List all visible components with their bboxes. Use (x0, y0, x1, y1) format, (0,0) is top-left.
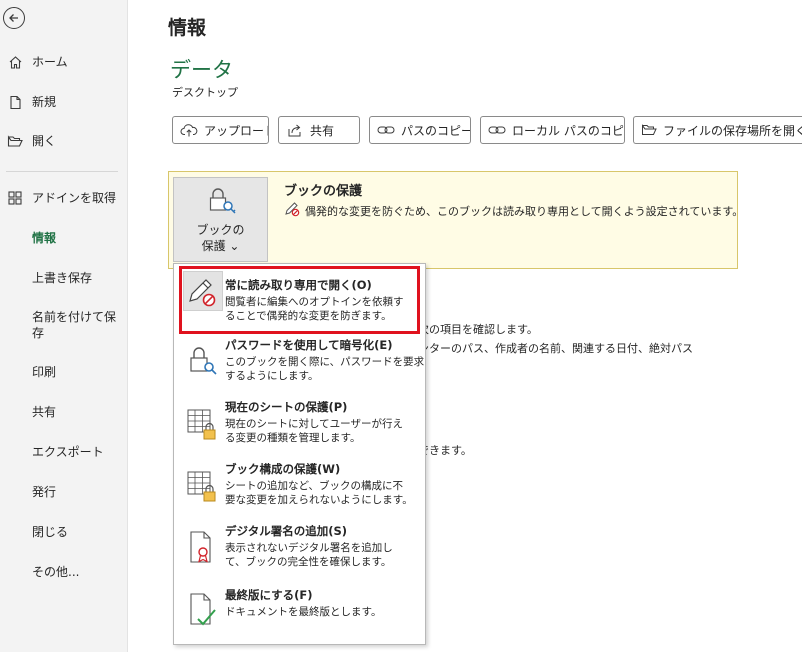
nav-share[interactable]: 共有 (0, 403, 127, 421)
link-icon (488, 121, 506, 139)
protect-workbook-description: 偶発的な変更を防ぐため、このブックは読み取り専用として開くよう設定されています。 (305, 205, 744, 218)
protect-button-line2: 保護 ⌄ (201, 239, 240, 253)
nav-export[interactable]: エクスポート (0, 443, 127, 461)
backstage-sidebar: ホーム 新規 開く アドインを取得 情報 上書き保存 名前を付けて保存 印刷 共… (0, 0, 128, 652)
section-title: データ (170, 58, 233, 82)
nav-print[interactable]: 印刷 (0, 363, 127, 381)
folder-open-icon (641, 121, 657, 139)
copy-local-path-button[interactable]: ローカル パスのコピー (480, 116, 625, 144)
menu-item-desc-line: シートの追加など、ブックの構成に不 (225, 480, 403, 492)
menu-encrypt-with-password[interactable]: パスワードを使用して暗号化(E) このブックを開く際に、パスワードを要求 するよ… (174, 334, 425, 396)
menu-protect-workbook-structure[interactable]: ブック構成の保護(W) シートの追加など、ブックの構成に不 要な変更を加えられな… (174, 458, 425, 520)
nav-open[interactable]: 開く (0, 132, 127, 150)
nav-new[interactable]: 新規 (0, 93, 127, 111)
nav-print-label: 印刷 (32, 365, 57, 379)
nav-more[interactable]: その他... (0, 563, 127, 581)
protect-workbook-button-label: ブックの 保護 ⌄ (174, 222, 267, 254)
menu-item-desc-line: 要な変更を加えられないようにします。 (225, 494, 413, 506)
nav-more-label: その他... (32, 565, 80, 579)
pencil-prohibited-icon (189, 279, 216, 307)
nav-info-label: 情報 (32, 231, 57, 245)
protect-workbook-button[interactable]: ブックの 保護 ⌄ (173, 177, 268, 262)
upload-button[interactable]: アップロード (172, 116, 269, 144)
sheet-lock-icon (187, 409, 216, 440)
file-location: デスクトップ (172, 86, 238, 99)
nav-home[interactable]: ホーム (0, 53, 127, 71)
document-check-icon (190, 593, 216, 626)
back-button[interactable] (3, 7, 25, 29)
menu-item-desc-line: このブックを開く際に、パスワードを要求 (225, 356, 425, 368)
open-file-location-button[interactable]: ファイルの保存場所を開く (633, 116, 802, 144)
nav-info[interactable]: 情報 (0, 229, 127, 247)
nav-publish[interactable]: 発行 (0, 483, 127, 501)
addin-grid-icon (6, 189, 24, 207)
menu-item-desc-line: 現在のシートに対してユーザーが行え (225, 418, 403, 430)
page-title: 情報 (168, 17, 207, 39)
nav-save-label: 上書き保存 (32, 271, 93, 285)
copy-path-button-label: パスのコピー (401, 123, 471, 138)
menu-item-desc-line: 閲覧者に編集へのオプトインを依頼す (225, 296, 404, 308)
nav-divider (6, 171, 118, 172)
menu-item-desc-line: ドキュメントを最終版とします。 (225, 606, 382, 618)
upload-button-label: アップロード (204, 123, 269, 138)
nav-open-label: 開く (32, 134, 57, 148)
menu-item-title: パスワードを使用して暗号化(E) (225, 338, 393, 352)
menu-item-description: ドキュメントを最終版とします。 (225, 605, 415, 619)
menu-protect-current-sheet[interactable]: 現在のシートの保護(P) 現在のシートに対してユーザーが行え る変更の種類を管理… (174, 396, 425, 458)
menu-item-description: 表示されないデジタル署名を追加し て、ブックの完全性を確保します。 (225, 541, 415, 569)
nav-close[interactable]: 閉じる (0, 523, 127, 541)
cloud-upload-icon (180, 121, 198, 139)
menu-item-desc-line: る変更の種類を管理します。 (225, 432, 361, 444)
menu-item-desc-line: ることで偶発的な変更を防ぎます。 (225, 310, 392, 322)
menu-item-title: ブック構成の保護(W) (225, 462, 341, 476)
lock-key-icon (209, 188, 236, 214)
nav-new-label: 新規 (32, 95, 57, 109)
link-icon (377, 121, 395, 139)
copy-local-path-button-label: ローカル パスのコピー (512, 123, 625, 138)
nav-share-label: 共有 (32, 405, 57, 419)
menu-item-description: 現在のシートに対してユーザーが行え る変更の種類を管理します。 (225, 417, 415, 445)
nav-save-as-label: 名前を付けて保存 (32, 310, 117, 340)
nav-save-as[interactable]: 名前を付けて保存 (0, 309, 118, 341)
workbook-lock-icon (187, 471, 216, 502)
nav-get-addins[interactable]: アドインを取得 (0, 189, 127, 207)
nav-home-label: ホーム (32, 55, 68, 69)
menu-item-desc-line: するようにします。 (225, 370, 319, 382)
home-icon (6, 53, 24, 71)
protect-button-line1: ブックの (196, 223, 245, 237)
pencil-prohibited-icon (285, 202, 300, 217)
inspect-text-fragment: プリンターのパス、作成者の名前、関連する日付、絶対パス (396, 342, 693, 355)
nav-export-label: エクスポート (32, 445, 104, 459)
share-button[interactable]: 共有 (278, 116, 360, 144)
protect-workbook-title: ブックの保護 (284, 184, 363, 199)
nav-get-addins-label: アドインを取得 (32, 191, 117, 205)
lock-key-icon (190, 347, 217, 375)
menu-item-title: 現在のシートの保護(P) (225, 400, 348, 414)
nav-save[interactable]: 上書き保存 (0, 269, 127, 287)
menu-item-description: このブックを開く際に、パスワードを要求 するようにします。 (225, 355, 425, 383)
menu-item-description: シートの追加など、ブックの構成に不 要な変更を加えられないようにします。 (225, 479, 415, 507)
protect-workbook-menu: 常に読み取り専用で開く(O) 閲覧者に編集へのオプトインを依頼す ることで偶発的… (173, 263, 426, 645)
menu-item-desc-line: て、ブックの完全性を確保します。 (225, 556, 392, 568)
menu-item-title: 常に読み取り専用で開く(O) (225, 278, 372, 292)
menu-item-title: デジタル署名の追加(S) (225, 524, 348, 538)
copy-path-button[interactable]: パスのコピー (369, 116, 471, 144)
open-file-location-button-label: ファイルの保存場所を開く (663, 123, 802, 138)
menu-mark-as-final[interactable]: 最終版にする(F) ドキュメントを最終版とします。 (174, 582, 425, 642)
certificate-ribbon-icon (190, 531, 211, 563)
menu-item-description: 閲覧者に編集へのオプトインを依頼す ることで偶発的な変更を防ぎます。 (225, 295, 415, 323)
back-arrow-icon (9, 14, 18, 22)
new-document-icon (6, 93, 24, 111)
nav-publish-label: 発行 (32, 485, 57, 499)
folder-open-icon (6, 132, 24, 150)
menu-item-title: 最終版にする(F) (225, 588, 313, 602)
nav-close-label: 閉じる (32, 525, 69, 539)
share-icon (286, 121, 304, 139)
share-button-label: 共有 (310, 123, 335, 138)
menu-item-desc-line: 表示されないデジタル署名を追加し (225, 542, 393, 554)
menu-add-digital-signature[interactable]: デジタル署名の追加(S) 表示されないデジタル署名を追加し て、ブックの完全性を… (174, 520, 425, 582)
